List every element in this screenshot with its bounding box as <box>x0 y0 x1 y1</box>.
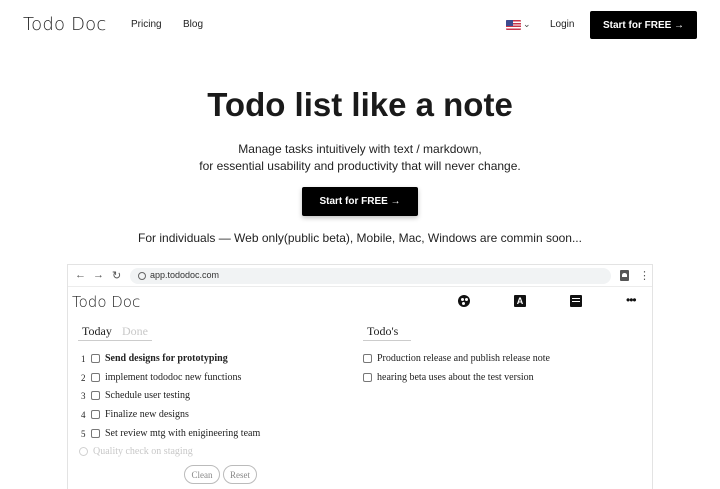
comment-icon <box>570 295 582 307</box>
task-number: 2 <box>81 372 86 383</box>
checkbox <box>363 354 372 363</box>
list-item: 1 Send designs for prototyping <box>81 353 228 364</box>
reload-icon: ↻ <box>112 270 122 282</box>
list-item: 4 Finalize new designs <box>81 409 189 420</box>
flag-canton <box>506 20 513 26</box>
task-label: Production release and publish release n… <box>377 353 550 364</box>
task-label: Send designs for prototyping <box>105 353 228 364</box>
palette-icon <box>458 295 470 307</box>
task-number: 4 <box>81 409 86 420</box>
task-number: 3 <box>81 390 86 401</box>
list-item: 5 Set review mtg with enigineering team <box>81 428 260 439</box>
checkbox <box>363 373 372 382</box>
site-logo[interactable]: Todo Doc <box>23 14 106 35</box>
task-label: hearing beta uses about the test version <box>377 372 534 383</box>
back-arrow-icon: ← <box>75 269 86 281</box>
checkbox <box>91 410 100 419</box>
hero-title: Todo list like a note <box>207 86 513 123</box>
forward-arrow-icon: → <box>93 269 104 281</box>
login-link[interactable]: Login <box>550 19 574 30</box>
todos-heading: Todo's <box>367 324 399 338</box>
url-text: app.tododoc.com <box>150 270 220 280</box>
address-bar: app.tododoc.com <box>130 268 611 284</box>
hero-subtitle-line1: Manage tasks intuitively with text / mar… <box>238 142 482 156</box>
start-free-button-hero[interactable]: Start for FREE → <box>302 187 418 216</box>
nav-link-pricing[interactable]: Pricing <box>131 19 162 30</box>
reset-button: Reset <box>223 465 257 484</box>
list-item-placeholder: Quality check on staging <box>79 446 193 457</box>
chevron-down-icon[interactable]: ⌄ <box>523 19 531 30</box>
globe-icon <box>138 272 146 280</box>
list-item: hearing beta uses about the test version <box>363 372 534 383</box>
task-label: implement tododoc new functions <box>105 372 242 383</box>
tab-today: Today <box>82 324 112 338</box>
todos-divider <box>363 340 411 341</box>
font-icon: A <box>514 295 526 307</box>
task-label: Finalize new designs <box>105 409 189 420</box>
kebab-menu-icon: ⋮ <box>639 270 650 282</box>
tab-done: Done <box>122 324 148 338</box>
checkbox <box>91 429 100 438</box>
list-item: Production release and publish release n… <box>363 353 550 364</box>
nav-link-blog[interactable]: Blog <box>183 19 203 30</box>
more-icon: ••• <box>626 293 637 307</box>
task-label: Set review mtg with enigineering team <box>105 428 261 439</box>
clean-button: Clean <box>184 465 220 484</box>
profile-icon <box>620 270 629 281</box>
top-nav: Todo Doc Pricing Blog ⌄ Login Start for … <box>0 0 720 50</box>
task-number: 1 <box>81 353 86 364</box>
app-logo: Todo Doc <box>72 293 141 311</box>
list-item: 3 Schedule user testing <box>81 390 190 401</box>
tab-divider <box>78 340 152 341</box>
start-free-button-nav[interactable]: Start for FREE → <box>590 11 697 39</box>
checkbox <box>79 447 88 456</box>
task-number: 5 <box>81 428 86 439</box>
us-flag-icon[interactable] <box>506 20 521 30</box>
checkbox <box>91 391 100 400</box>
app-preview-browser: ← → ↻ app.tododoc.com ⋮ Todo Doc A ••• T… <box>67 264 653 489</box>
browser-toolbar: ← → ↻ app.tododoc.com ⋮ <box>68 265 652 287</box>
checkbox <box>91 354 100 363</box>
list-item: 2 implement tododoc new functions <box>81 372 241 383</box>
availability-note: For individuals — Web only(public beta),… <box>138 231 582 245</box>
hero-subtitle-line2: for essential usability and productivity… <box>199 159 521 173</box>
task-label: Quality check on staging <box>93 446 193 457</box>
task-label: Schedule user testing <box>105 390 190 401</box>
checkbox <box>91 373 100 382</box>
